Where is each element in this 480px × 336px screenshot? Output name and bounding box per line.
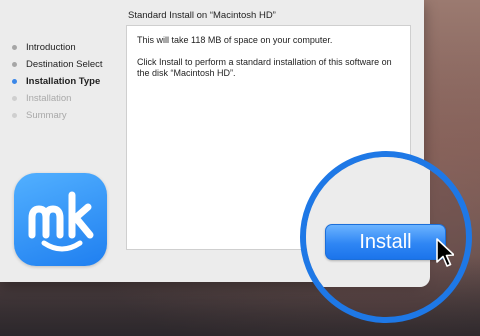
magnified-window-area bbox=[306, 157, 430, 287]
step-installation: Installation bbox=[12, 90, 103, 107]
step-summary: Summary bbox=[12, 107, 103, 124]
step-label: Installation Type bbox=[26, 76, 101, 87]
step-label: Installation bbox=[26, 93, 72, 104]
step-introduction: Introduction bbox=[12, 39, 103, 56]
install-button[interactable]: Install bbox=[325, 224, 446, 260]
step-destination-select: Destination Select bbox=[12, 56, 103, 73]
step-dot bbox=[12, 113, 17, 118]
step-dot bbox=[12, 45, 17, 50]
step-dot bbox=[12, 96, 17, 101]
mk-app-logo-icon bbox=[14, 173, 107, 266]
install-instructions-text: Click Install to perform a standard inst… bbox=[137, 57, 392, 78]
mouse-pointer-icon bbox=[436, 238, 454, 267]
step-label: Introduction bbox=[26, 42, 76, 53]
step-dot bbox=[12, 62, 17, 67]
installer-steps-list: Introduction Destination Select Installa… bbox=[12, 39, 103, 124]
space-required-text: This will take 118 MB of space on your c… bbox=[137, 35, 333, 45]
step-label: Destination Select bbox=[26, 59, 103, 70]
step-label: Summary bbox=[26, 110, 67, 121]
step-installation-type: Installation Type bbox=[12, 73, 103, 90]
step-dot-current bbox=[12, 79, 17, 84]
content-title: Standard Install on “Macintosh HD” bbox=[128, 10, 276, 21]
